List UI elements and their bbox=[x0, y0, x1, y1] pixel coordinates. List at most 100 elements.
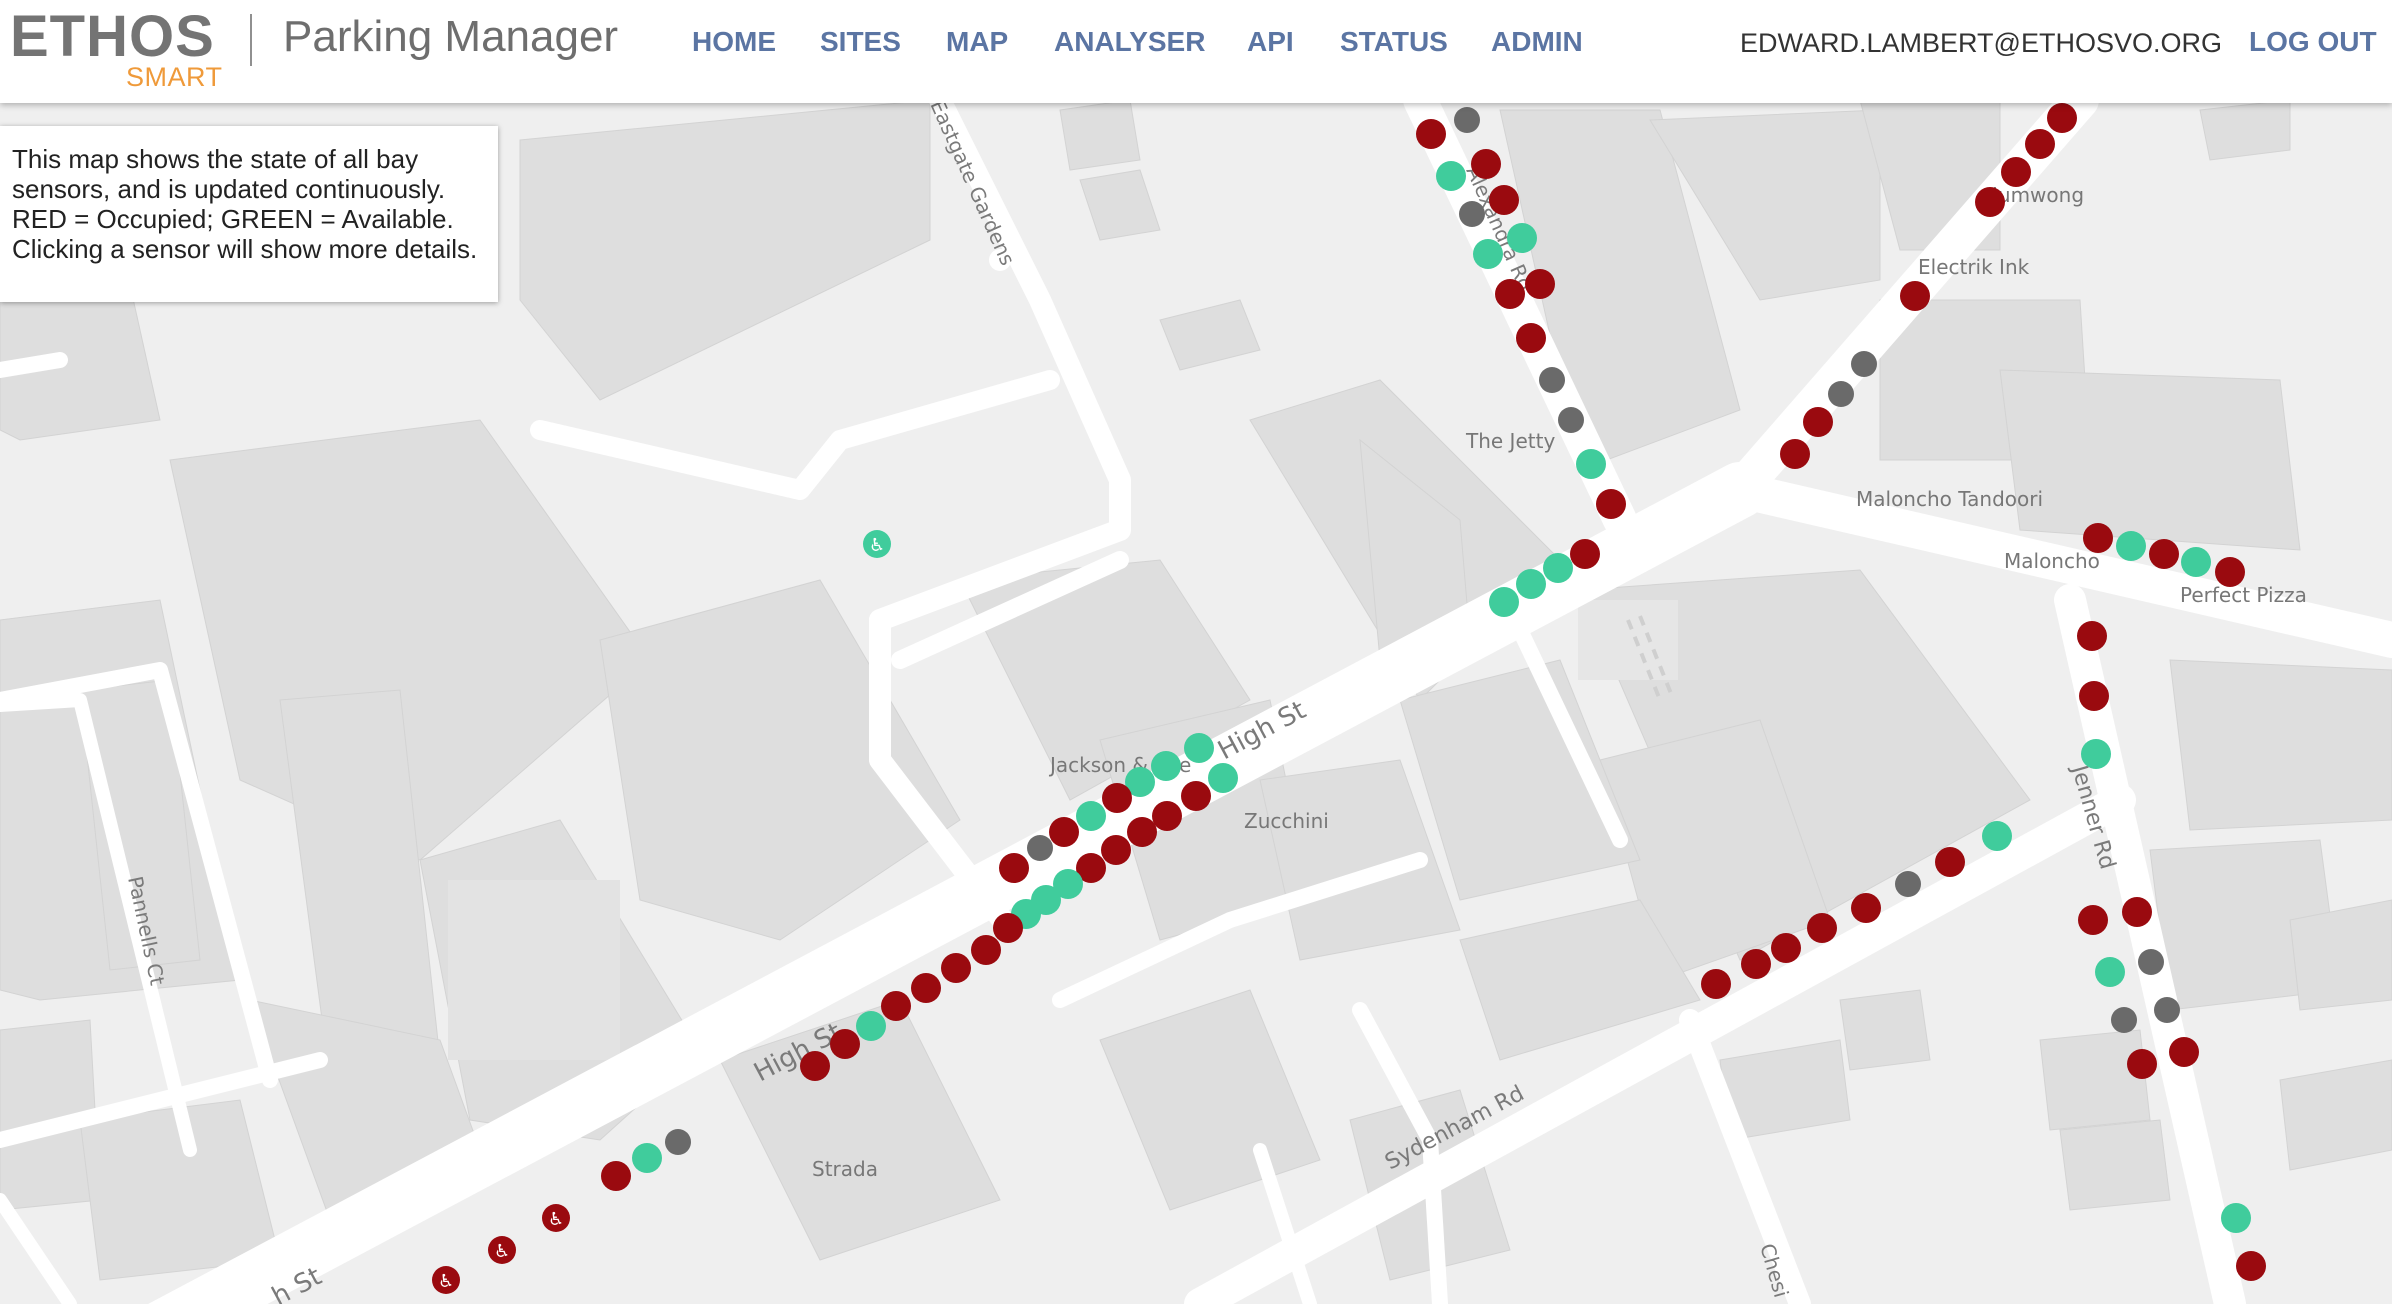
nav-admin[interactable]: ADMIN bbox=[1491, 26, 1583, 58]
sensor-available[interactable] bbox=[2116, 531, 2146, 561]
sensor-available[interactable] bbox=[1982, 821, 2012, 851]
nav-status[interactable]: STATUS bbox=[1340, 26, 1448, 58]
sensor-occupied[interactable] bbox=[1127, 817, 1157, 847]
sensor-occupied[interactable] bbox=[941, 953, 971, 983]
sensor-available[interactable] bbox=[2221, 1203, 2251, 1233]
sensor-available[interactable] bbox=[1516, 569, 1546, 599]
sensor-occupied[interactable] bbox=[830, 1029, 860, 1059]
sensor-occupied[interactable] bbox=[971, 935, 1001, 965]
sensor-unknown[interactable] bbox=[2154, 997, 2180, 1023]
nav-home[interactable]: HOME bbox=[692, 26, 776, 58]
sensor-occupied[interactable] bbox=[2122, 897, 2152, 927]
sensor-unknown[interactable] bbox=[1558, 407, 1584, 433]
sensor-occupied[interactable] bbox=[993, 913, 1023, 943]
sensor-occupied[interactable] bbox=[800, 1051, 830, 1081]
sensor-available[interactable] bbox=[1489, 587, 1519, 617]
sensor-occupied[interactable] bbox=[1471, 149, 1501, 179]
sensor-occupied[interactable] bbox=[1596, 489, 1626, 519]
sensor-occupied[interactable] bbox=[1771, 933, 1801, 963]
wheelchair-icon: ♿ bbox=[438, 1271, 454, 1292]
sensor-occupied[interactable] bbox=[601, 1161, 631, 1191]
disabled-bay-occupied[interactable]: ♿ bbox=[488, 1236, 516, 1264]
parking-lot bbox=[448, 880, 620, 1060]
sensor-available[interactable] bbox=[856, 1011, 886, 1041]
sensor-occupied[interactable] bbox=[1701, 969, 1731, 999]
sensor-unknown[interactable] bbox=[665, 1129, 691, 1155]
sensor-unknown[interactable] bbox=[1539, 367, 1565, 393]
sensor-occupied[interactable] bbox=[1975, 187, 2005, 217]
poi-strada: Strada bbox=[812, 1157, 878, 1181]
sensor-occupied[interactable] bbox=[2079, 681, 2109, 711]
poi-maloncho-tandoori: Maloncho Tandoori bbox=[1856, 487, 2043, 511]
nav-map[interactable]: MAP bbox=[946, 26, 1008, 58]
sensor-available[interactable] bbox=[1473, 239, 1503, 269]
sensor-occupied[interactable] bbox=[1900, 281, 1930, 311]
logout-link[interactable]: LOG OUT bbox=[2249, 26, 2377, 58]
sensor-available[interactable] bbox=[2095, 957, 2125, 987]
sensor-unknown[interactable] bbox=[1851, 351, 1877, 377]
nav-sites[interactable]: SITES bbox=[820, 26, 901, 58]
sensor-occupied[interactable] bbox=[2001, 157, 2031, 187]
sensor-available[interactable] bbox=[1184, 733, 1214, 763]
sensor-unknown[interactable] bbox=[1828, 381, 1854, 407]
sensor-occupied[interactable] bbox=[881, 991, 911, 1021]
sensor-occupied[interactable] bbox=[1181, 781, 1211, 811]
sensor-occupied[interactable] bbox=[2077, 621, 2107, 651]
sensor-available[interactable] bbox=[1151, 751, 1181, 781]
wheelchair-icon: ♿ bbox=[494, 1241, 510, 1262]
sensor-available[interactable] bbox=[1076, 801, 1106, 831]
poi-perfect-pizza: Perfect Pizza bbox=[2180, 583, 2307, 607]
sensor-unknown[interactable] bbox=[2111, 1007, 2137, 1033]
sensor-occupied[interactable] bbox=[1807, 913, 1837, 943]
sensor-occupied[interactable] bbox=[911, 973, 941, 1003]
disabled-bay-available[interactable]: ♿ bbox=[863, 530, 891, 558]
disabled-bay-occupied[interactable]: ♿ bbox=[432, 1266, 460, 1294]
sensor-occupied[interactable] bbox=[1102, 783, 1132, 813]
top-nav-bar: ETHOS SMART Parking Manager HOME SITES M… bbox=[0, 0, 2392, 103]
map-info-text: This map shows the state of all bay sens… bbox=[12, 144, 478, 264]
sensor-occupied[interactable] bbox=[2047, 103, 2077, 133]
sensor-occupied[interactable] bbox=[2025, 129, 2055, 159]
sensor-occupied[interactable] bbox=[1495, 279, 1525, 309]
sensor-occupied[interactable] bbox=[999, 853, 1029, 883]
sensor-occupied[interactable] bbox=[1780, 439, 1810, 469]
sensor-occupied[interactable] bbox=[2169, 1037, 2199, 1067]
sensor-occupied[interactable] bbox=[1489, 185, 1519, 215]
sensor-unknown[interactable] bbox=[2138, 949, 2164, 975]
sensor-occupied[interactable] bbox=[1516, 323, 1546, 353]
sensor-available[interactable] bbox=[2181, 547, 2211, 577]
sensor-occupied[interactable] bbox=[2127, 1049, 2157, 1079]
sensor-occupied[interactable] bbox=[1416, 119, 1446, 149]
sensor-unknown[interactable] bbox=[1027, 835, 1053, 861]
sensor-available[interactable] bbox=[1436, 161, 1466, 191]
sensor-available[interactable] bbox=[1208, 763, 1238, 793]
sensor-occupied[interactable] bbox=[1935, 847, 1965, 877]
nav-api[interactable]: API bbox=[1247, 26, 1294, 58]
sensor-unknown[interactable] bbox=[1454, 107, 1480, 133]
sensor-occupied[interactable] bbox=[2149, 539, 2179, 569]
sensor-occupied[interactable] bbox=[1803, 407, 1833, 437]
sensor-available[interactable] bbox=[1543, 553, 1573, 583]
sensor-available[interactable] bbox=[2081, 739, 2111, 769]
sensor-occupied[interactable] bbox=[1101, 835, 1131, 865]
disabled-bay-occupied[interactable]: ♿ bbox=[542, 1204, 570, 1232]
sensor-occupied[interactable] bbox=[1570, 539, 1600, 569]
ethos-smart-logo[interactable]: ETHOS SMART bbox=[10, 8, 222, 93]
sensor-occupied[interactable] bbox=[2083, 523, 2113, 553]
sensor-occupied[interactable] bbox=[1525, 269, 1555, 299]
nav-analyser[interactable]: ANALYSER bbox=[1054, 26, 1205, 58]
sensor-occupied[interactable] bbox=[1851, 893, 1881, 923]
sensor-unknown[interactable] bbox=[1895, 871, 1921, 897]
sensor-unknown[interactable] bbox=[1459, 201, 1485, 227]
sensor-occupied[interactable] bbox=[1741, 949, 1771, 979]
sensor-available[interactable] bbox=[1507, 223, 1537, 253]
sensor-occupied[interactable] bbox=[2078, 905, 2108, 935]
sensor-occupied[interactable] bbox=[2236, 1251, 2266, 1281]
sensor-available[interactable] bbox=[632, 1143, 662, 1173]
poi-zucchini: Zucchini bbox=[1244, 809, 1329, 833]
sensor-occupied[interactable] bbox=[2215, 557, 2245, 587]
sensor-occupied[interactable] bbox=[1049, 817, 1079, 847]
sensor-occupied[interactable] bbox=[1152, 801, 1182, 831]
sensor-available[interactable] bbox=[1576, 449, 1606, 479]
app-title: Parking Manager bbox=[283, 12, 619, 61]
